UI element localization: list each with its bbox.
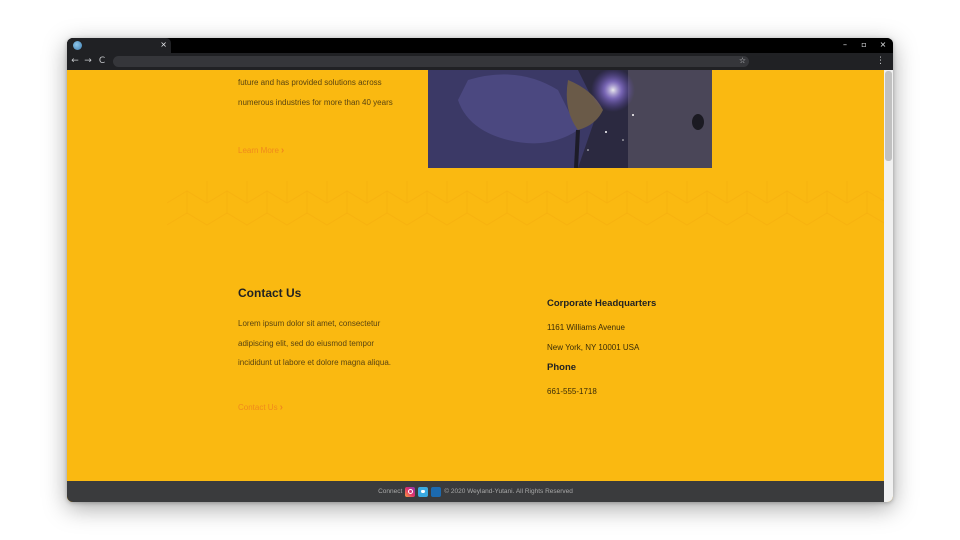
linkedin-icon[interactable] <box>431 486 442 497</box>
tab-strip: × – ▫ × <box>67 38 893 53</box>
site-footer: Connect © 2020 Weyland-Yutani. All Right… <box>67 481 884 502</box>
scrollbar-thumb[interactable] <box>885 71 892 161</box>
page-scrollbar[interactable] <box>884 70 893 502</box>
back-arrow-icon[interactable]: ← <box>70 55 80 67</box>
learn-more-label: Learn More <box>238 146 279 155</box>
chevron-right-icon: › <box>279 402 283 413</box>
site-favicon-icon <box>73 41 82 50</box>
restore-button[interactable]: ▫ <box>860 39 868 51</box>
about-paragraph: future and has provided solutions across… <box>238 78 393 107</box>
address-bar[interactable]: ☆ <box>113 56 749 67</box>
browser-tab[interactable]: × <box>67 38 171 53</box>
minimize-button[interactable]: – <box>841 39 849 51</box>
chevron-right-icon: › <box>280 145 285 156</box>
welding-photo-art <box>428 70 712 168</box>
welding-photo <box>428 70 712 168</box>
window-controls: – ▫ × <box>841 39 887 51</box>
browser-toolbar: ← → C ☆ ⋮ <box>67 53 893 70</box>
learn-more-link[interactable]: Learn More › <box>238 145 284 156</box>
forward-arrow-icon[interactable]: → <box>83 55 93 67</box>
contact-paragraph: Lorem ipsum dolor sit amet, consectetur … <box>238 319 391 367</box>
tab-close-icon[interactable]: × <box>160 39 167 51</box>
contact-us-link[interactable]: Contact Us › <box>238 402 283 413</box>
address-line-1: 1161 Williams Avenue <box>547 323 625 332</box>
connect-label: Connect <box>378 488 403 495</box>
hex-pattern-decoration <box>167 181 884 226</box>
close-window-button[interactable]: × <box>879 39 887 51</box>
phone-heading: Phone <box>547 362 577 373</box>
contact-us-label: Contact Us <box>238 403 278 412</box>
browser-window: × – ▫ × ← → C ☆ ⋮ future and has provide… <box>67 38 893 502</box>
contact-heading: Contact Us <box>238 286 302 300</box>
browser-menu-icon[interactable]: ⋮ <box>876 55 885 67</box>
copyright-text: © 2020 Weyland-Yutani. All Rights Reserv… <box>444 488 573 495</box>
bookmark-star-icon[interactable]: ☆ <box>739 55 746 67</box>
headquarters-heading: Corporate Headquarters <box>547 298 657 309</box>
twitter-icon[interactable] <box>418 486 429 497</box>
phone-number: 661-555-1718 <box>547 387 597 396</box>
instagram-icon[interactable] <box>405 486 416 497</box>
page-viewport: future and has provided solutions across… <box>67 70 893 502</box>
reload-icon[interactable]: C <box>97 55 107 67</box>
address-line-2: New York, NY 10001 USA <box>547 343 640 352</box>
web-page: future and has provided solutions across… <box>67 70 884 502</box>
